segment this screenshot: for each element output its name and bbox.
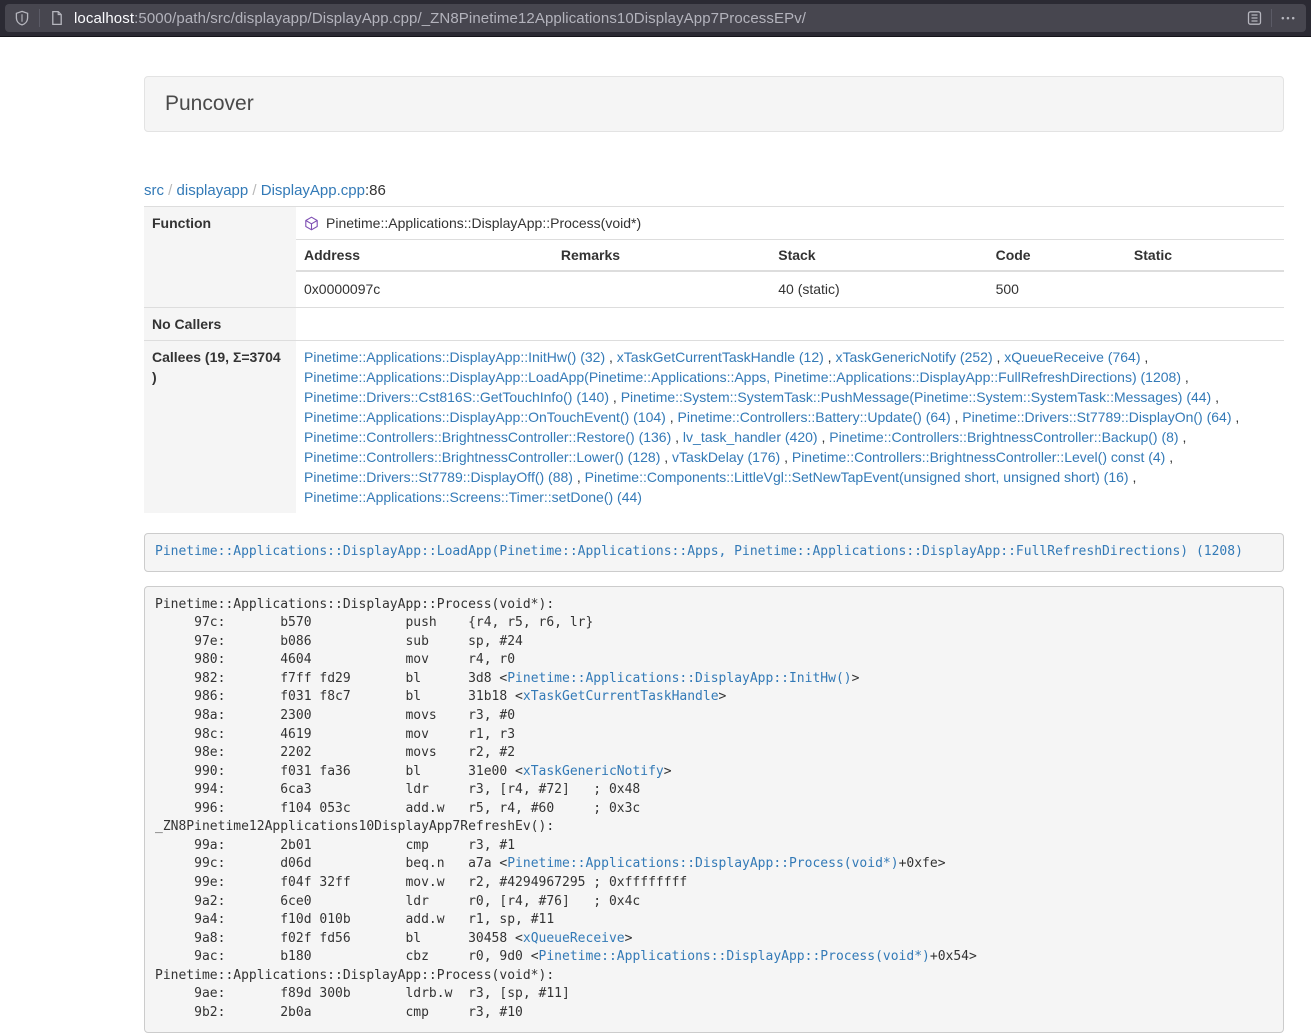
table-cell: 0x0000097c — [296, 271, 553, 307]
url-path: :5000/path/src/displayapp/DisplayApp.cpp… — [134, 10, 806, 27]
callee-link[interactable]: Pinetime::Applications::DisplayApp::OnTo… — [304, 409, 666, 425]
callee-link[interactable]: Pinetime::Drivers::St7789::DisplayOff() … — [304, 469, 573, 485]
symbol-table: Function Pinetime::Applications::Display… — [144, 206, 1284, 513]
column-header: Static — [1126, 240, 1284, 272]
callee-link[interactable]: Pinetime::Controllers::BrightnessControl… — [304, 429, 671, 445]
callee-separator: , — [1179, 429, 1187, 445]
browser-toolbar: localhost:5000/path/src/displayapp/Displ… — [0, 0, 1311, 37]
assembly-code: Pinetime::Applications::DisplayApp::Proc… — [144, 586, 1284, 1033]
column-header: Stack — [770, 240, 987, 272]
callee-link[interactable]: xTaskGenericNotify (252) — [835, 349, 992, 365]
callee-link[interactable]: Pinetime::Components::LittleVgl::SetNewT… — [585, 469, 1129, 485]
divider — [1271, 9, 1272, 27]
callee-separator: , — [660, 449, 672, 465]
callees-cell: Pinetime::Applications::DisplayApp::Init… — [296, 341, 1284, 514]
url-text[interactable]: localhost:5000/path/src/displayapp/Displ… — [74, 10, 1243, 27]
callee-link[interactable]: lv_task_handler (420) — [683, 429, 818, 445]
content-container: Puncover src / displayapp / DisplayApp.c… — [144, 76, 1284, 1033]
asm-symbol-link[interactable]: xTaskGenericNotify — [523, 764, 664, 779]
callee-separator: , — [1232, 409, 1240, 425]
callee-link[interactable]: Pinetime::Controllers::BrightnessControl… — [829, 429, 1178, 445]
breadcrumb-separator: / — [164, 182, 177, 199]
callees-row: Callees (19, Σ=3704 ) Pinetime::Applicat… — [144, 341, 1284, 514]
function-table-body: 0x0000097c 40 (static)500 — [296, 271, 1284, 307]
function-table-header-row: AddressRemarksStackCodeStatic — [296, 240, 1284, 272]
callers-cell — [296, 308, 1284, 341]
callers-row: No Callers — [144, 308, 1284, 341]
callee-separator: , — [1211, 389, 1219, 405]
callees-list: Pinetime::Applications::DisplayApp::Init… — [296, 341, 1284, 513]
overflow-menu-icon[interactable]: ••• — [1278, 7, 1300, 29]
callee-separator: , — [824, 349, 836, 365]
callee-separator: , — [666, 409, 678, 425]
function-name: Pinetime::Applications::DisplayApp::Proc… — [326, 213, 641, 233]
table-cell — [553, 271, 770, 307]
callee-separator: , — [573, 469, 585, 485]
callee-separator: , — [1181, 369, 1189, 385]
callees-label: Callees (19, Σ=3704 ) — [144, 341, 296, 514]
column-header: Address — [296, 240, 553, 272]
breadcrumb-link[interactable]: displayapp — [177, 182, 249, 199]
page-icon — [46, 7, 68, 29]
callee-link[interactable]: Pinetime::Drivers::Cst816S::GetTouchInfo… — [304, 389, 609, 405]
table-cell: 500 — [988, 271, 1126, 307]
callee-link[interactable]: vTaskDelay (176) — [672, 449, 780, 465]
page: Puncover src / displayapp / DisplayApp.c… — [0, 37, 1311, 1033]
breadcrumb-separator: / — [248, 182, 261, 199]
app-title-panel: Puncover — [144, 76, 1284, 132]
callee-link[interactable]: Pinetime::Controllers::BrightnessControl… — [792, 449, 1165, 465]
callee-link[interactable]: Pinetime::Drivers::St7789::DisplayOn() (… — [962, 409, 1231, 425]
callee-link[interactable]: xTaskGetCurrentTaskHandle (12) — [617, 349, 824, 365]
callee-link[interactable]: Pinetime::Controllers::Battery::Update()… — [678, 409, 951, 425]
snippet-box: Pinetime::Applications::DisplayApp::Load… — [144, 533, 1284, 572]
no-callers-label: No Callers — [144, 308, 296, 341]
callee-link[interactable]: Pinetime::Applications::DisplayApp::Load… — [304, 369, 1181, 385]
callee-separator: , — [609, 389, 621, 405]
function-detail-table: AddressRemarksStackCodeStatic 0x0000097c… — [296, 239, 1284, 307]
reader-mode-icon[interactable] — [1243, 7, 1265, 29]
url-bar[interactable]: localhost:5000/path/src/displayapp/Displ… — [5, 4, 1306, 32]
divider — [39, 9, 40, 27]
app-title: Puncover — [165, 92, 254, 115]
table-cell: 40 (static) — [770, 271, 987, 307]
package-icon — [304, 216, 319, 231]
callee-separator: , — [1129, 469, 1137, 485]
callee-separator: , — [1140, 349, 1148, 365]
callee-separator: , — [951, 409, 963, 425]
snippet-link[interactable]: Pinetime::Applications::DisplayApp::Load… — [155, 544, 1243, 559]
breadcrumb-line-number: :86 — [365, 182, 386, 199]
function-symbol-line: Pinetime::Applications::DisplayApp::Proc… — [296, 207, 1284, 239]
callee-link[interactable]: Pinetime::Applications::DisplayApp::Init… — [304, 349, 605, 365]
breadcrumb: src / displayapp / DisplayApp.cpp:86 — [144, 181, 1284, 201]
column-header: Code — [988, 240, 1126, 272]
callee-separator: , — [671, 429, 683, 445]
callee-separator: , — [1165, 449, 1173, 465]
callee-link[interactable]: Pinetime::Applications::Screens::Timer::… — [304, 489, 642, 505]
callee-link[interactable]: xQueueReceive (764) — [1004, 349, 1140, 365]
function-row-label: Function — [144, 207, 296, 308]
breadcrumb-link[interactable]: DisplayApp.cpp — [261, 182, 365, 199]
url-host: localhost — [74, 10, 134, 27]
function-row: Function Pinetime::Applications::Display… — [144, 207, 1284, 308]
column-header: Remarks — [553, 240, 770, 272]
asm-symbol-link[interactable]: xTaskGetCurrentTaskHandle — [523, 689, 719, 704]
shield-icon[interactable] — [11, 7, 33, 29]
table-row: 0x0000097c 40 (static)500 — [296, 271, 1284, 307]
table-cell — [1126, 271, 1284, 307]
asm-symbol-link[interactable]: xQueueReceive — [523, 931, 625, 946]
asm-symbol-link[interactable]: Pinetime::Applications::DisplayApp::Init… — [507, 671, 851, 686]
asm-symbol-link[interactable]: Pinetime::Applications::DisplayApp::Proc… — [507, 856, 898, 871]
callee-link[interactable]: Pinetime::System::SystemTask::PushMessag… — [621, 389, 1212, 405]
callee-separator: , — [780, 449, 792, 465]
callee-separator: , — [993, 349, 1005, 365]
function-cell: Pinetime::Applications::DisplayApp::Proc… — [296, 207, 1284, 308]
callee-link[interactable]: Pinetime::Controllers::BrightnessControl… — [304, 449, 660, 465]
asm-symbol-link[interactable]: Pinetime::Applications::DisplayApp::Proc… — [539, 949, 930, 964]
breadcrumb-link[interactable]: src — [144, 182, 164, 199]
callee-separator: , — [818, 429, 830, 445]
callee-separator: , — [605, 349, 617, 365]
